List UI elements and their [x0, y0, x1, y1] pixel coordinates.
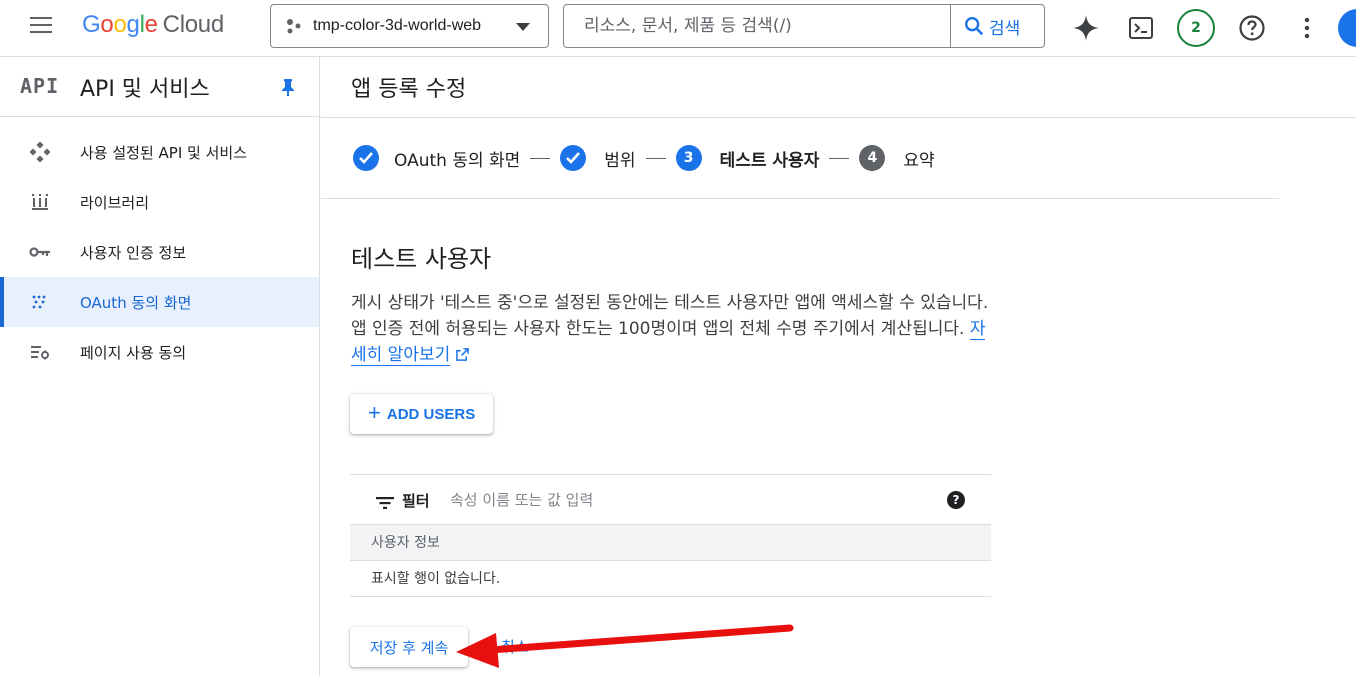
google-cloud-logo[interactable]: Google Cloud: [82, 11, 224, 39]
cloud-shell-icon[interactable]: [1121, 8, 1161, 48]
more-vert-icon[interactable]: [1287, 8, 1327, 48]
project-name: tmp-color-3d-world-web: [313, 17, 482, 34]
top-bar: GoogleCloud tmp-color-3d-world-web 검색 2: [0, 0, 1356, 57]
table-header-user-info[interactable]: 사용자 정보: [350, 525, 991, 561]
step-number-current: 3: [675, 145, 702, 171]
step-summary: 요약: [903, 150, 935, 171]
avatar[interactable]: [1338, 9, 1356, 47]
main-content: 앱 등록 수정 OAuth 동의 화면 범위 3 테스트 사용자 4 요약 테스…: [321, 57, 1356, 676]
filter-bar: 필터 ?: [350, 474, 991, 525]
page-title: 앱 등록 수정: [351, 77, 467, 102]
step-oauth-consent[interactable]: OAuth 동의 화면: [394, 146, 520, 171]
table-empty-row: 표시할 행이 없습니다.: [350, 561, 991, 597]
help-icon[interactable]: ?: [947, 491, 965, 509]
save-and-continue-button[interactable]: 저장 후 계속: [350, 627, 468, 667]
search-button[interactable]: 검색: [950, 5, 1044, 47]
sidebar-header: API API 및 서비스: [0, 57, 319, 117]
test-users-table: 필터 ? 사용자 정보 표시할 행이 없습니다.: [350, 474, 991, 597]
logo-cloud-text: Cloud: [162, 11, 225, 38]
sidebar-item-enabled-apis[interactable]: 사용 설정된 API 및 서비스: [0, 127, 319, 177]
step-test-users: 테스트 사용자: [719, 150, 820, 171]
add-users-label: ADD USERS: [386, 405, 476, 423]
sidebar-item-library[interactable]: 라이브러리: [0, 177, 319, 227]
notifications-badge[interactable]: 2: [1176, 8, 1216, 48]
sidebar-nav: 사용 설정된 API 및 서비스 라이브러리 사용자 인증 정보 OAuth 동…: [0, 117, 319, 377]
settings-list-icon: [28, 340, 52, 364]
sidebar-item-label: OAuth 동의 화면: [80, 293, 192, 312]
search-icon: [965, 17, 984, 36]
filter-label: 필터: [402, 492, 430, 510]
open-in-new-icon: [455, 348, 469, 361]
sidebar-item-credentials[interactable]: 사용자 인증 정보: [0, 227, 319, 277]
step-connector: [829, 157, 850, 159]
step-connector: [645, 157, 666, 159]
cancel-button[interactable]: 취소: [501, 627, 529, 667]
add-users-button[interactable]: + ADD USERS: [350, 394, 493, 434]
description: 게시 상태가 '테스트 중'으로 설정된 동안에는 테스트 사용자만 앱에 액세…: [351, 290, 996, 368]
api-logo-text: API: [20, 74, 60, 98]
pin-icon[interactable]: [280, 78, 296, 100]
project-selector[interactable]: tmp-color-3d-world-web: [270, 4, 549, 48]
sidebar-item-label: 페이지 사용 동의: [80, 343, 187, 362]
sidebar-item-label: 사용 설정된 API 및 서비스: [80, 143, 248, 162]
sidebar-item-oauth-consent[interactable]: OAuth 동의 화면: [0, 277, 319, 327]
search-button-label: 검색: [989, 18, 1021, 39]
stepper: OAuth 동의 화면 범위 3 테스트 사용자 4 요약: [353, 142, 935, 174]
project-nodes-icon: [287, 19, 301, 34]
search-bar: 검색: [563, 4, 1045, 48]
step-connector: [530, 157, 551, 159]
sidebar-item-page-usage-agreements[interactable]: 페이지 사용 동의: [0, 327, 319, 377]
api-diamond-icon: [28, 140, 52, 164]
check-icon: [560, 145, 587, 171]
chevron-down-icon: [516, 23, 530, 31]
step-number-pending: 4: [859, 145, 886, 171]
search-input[interactable]: [564, 5, 950, 47]
check-icon: [353, 145, 379, 171]
filter-icon: [376, 494, 394, 513]
divider: [321, 117, 1356, 118]
notifications-count: 2: [1177, 9, 1215, 47]
save-and-continue-label: 저장 후 계속: [369, 638, 449, 657]
step-scopes[interactable]: 범위: [604, 146, 635, 171]
key-icon: [28, 240, 52, 264]
sidebar-item-label: 사용자 인증 정보: [80, 243, 187, 262]
sidebar: API API 및 서비스 사용 설정된 API 및 서비스 라이브러리 사용자…: [0, 57, 320, 676]
plus-icon: +: [368, 400, 381, 425]
sidebar-title: API 및 서비스: [80, 77, 210, 102]
section-title: 테스트 사용자: [351, 245, 492, 273]
gemini-sparkle-icon[interactable]: [1066, 8, 1106, 48]
oauth-dots-icon: [28, 290, 52, 314]
divider: [321, 198, 1279, 199]
sidebar-item-label: 라이브러리: [80, 193, 150, 212]
library-icon: [28, 190, 52, 214]
help-icon[interactable]: [1232, 8, 1272, 48]
filter-input[interactable]: [450, 487, 850, 513]
description-text: 게시 상태가 '테스트 중'으로 설정된 동안에는 테스트 사용자만 앱에 액세…: [351, 293, 989, 339]
menu-icon[interactable]: [30, 17, 54, 37]
